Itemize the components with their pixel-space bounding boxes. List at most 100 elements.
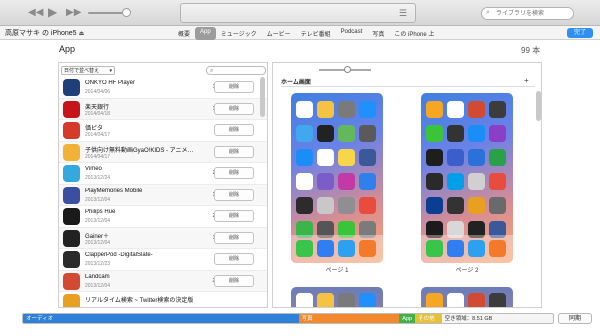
home-app-icon[interactable] <box>296 293 313 307</box>
zoom-knob[interactable] <box>344 66 351 73</box>
home-app-icon[interactable] <box>489 173 506 190</box>
next-page-preview[interactable] <box>291 287 383 307</box>
home-app-icon[interactable] <box>338 293 355 307</box>
home-app-icon[interactable] <box>468 293 485 307</box>
app-search-field[interactable]: ⌕ <box>206 66 266 75</box>
list-icon[interactable]: ☰ <box>399 8 407 19</box>
delete-button[interactable]: 削除 <box>214 210 254 222</box>
list-scrollbar[interactable] <box>260 77 265 117</box>
dock-app-icon[interactable] <box>296 240 313 257</box>
home-app-icon[interactable] <box>296 101 313 118</box>
home-app-icon[interactable] <box>359 149 376 166</box>
home-app-icon[interactable] <box>359 101 376 118</box>
tab-ミュージック[interactable]: ミュージック <box>216 27 262 40</box>
volume-knob[interactable] <box>122 8 131 17</box>
app-row[interactable]: Vimeo2013/12/2422.5 MB削除 <box>59 163 267 185</box>
home-app-icon[interactable] <box>317 101 334 118</box>
home-app-icon[interactable] <box>489 197 506 214</box>
dock-app-icon[interactable] <box>317 240 334 257</box>
home-app-icon[interactable] <box>468 125 485 142</box>
delete-button[interactable]: 削除 <box>214 102 254 115</box>
tab-写真[interactable]: 写真 <box>367 27 389 40</box>
dock-app-icon[interactable] <box>426 240 443 257</box>
device-name[interactable]: 高原マサキ の iPhone5 ⏏ <box>5 28 84 38</box>
home-app-icon[interactable] <box>468 101 485 118</box>
home-app-icon[interactable] <box>468 173 485 190</box>
home-app-icon[interactable] <box>317 173 334 190</box>
app-row[interactable]: PlayMemories Mobile2013/12/0412.4 MB削除 <box>59 184 267 206</box>
tab-podcast[interactable]: Podcast <box>336 27 368 40</box>
dock-app-icon[interactable] <box>338 240 355 257</box>
home-app-icon[interactable] <box>426 197 443 214</box>
home-app-icon[interactable] <box>338 125 355 142</box>
home-app-icon[interactable] <box>447 197 464 214</box>
delete-button[interactable]: 削除 <box>214 274 254 287</box>
dock-app-icon[interactable] <box>489 240 506 257</box>
home-page-preview[interactable] <box>291 93 383 263</box>
delete-button[interactable]: 削除 <box>214 253 254 265</box>
dock-app-icon[interactable] <box>359 240 376 257</box>
home-app-icon[interactable] <box>338 149 355 166</box>
home-app-icon[interactable] <box>296 173 313 190</box>
home-app-icon[interactable] <box>338 197 355 214</box>
home-app-icon[interactable] <box>447 101 464 118</box>
sync-button[interactable]: 同期 <box>558 313 592 324</box>
app-row[interactable]: Gainer＋2013/12/0417.8 MB削除 <box>59 227 267 249</box>
home-app-icon[interactable] <box>359 173 376 190</box>
rewind-icon[interactable]: ◀◀ <box>28 7 43 19</box>
tab-テレビ番組[interactable]: テレビ番組 <box>296 27 336 40</box>
home-app-icon[interactable] <box>447 173 464 190</box>
home-app-icon[interactable] <box>426 125 443 142</box>
home-app-icon[interactable] <box>317 293 334 307</box>
tab-ムービー[interactable]: ムービー <box>262 27 296 40</box>
home-app-icon[interactable] <box>489 101 506 118</box>
home-app-icon[interactable] <box>447 125 464 142</box>
next-page-preview[interactable] <box>421 287 513 307</box>
eject-icon[interactable]: ⏏ <box>79 31 85 37</box>
delete-button[interactable]: 削除 <box>214 167 254 179</box>
app-row[interactable]: Landcam2013/12/0422.5 MB削除 <box>59 270 267 292</box>
app-row[interactable]: ClapperPod -DigitalSlate-2013/12/239.2 M… <box>59 249 267 271</box>
home-app-icon[interactable] <box>296 197 313 214</box>
done-button[interactable]: 完了 <box>567 28 593 38</box>
home-app-icon[interactable] <box>317 197 334 214</box>
home-app-icon[interactable] <box>359 293 376 307</box>
dock-app-icon[interactable] <box>447 240 464 257</box>
app-row[interactable]: 子供向け無料動画GyaO!KIDS - アニメ…2014/04/177.4 MB… <box>59 141 267 163</box>
tab-概要[interactable]: 概要 <box>173 27 195 40</box>
app-row[interactable]: Philips Hue2013/12/0429.9 MB削除 <box>59 206 267 228</box>
app-row[interactable]: ONKYO HF Player2014/04/0618.5 MB削除 <box>59 77 267 99</box>
home-app-icon[interactable] <box>359 125 376 142</box>
home-app-icon[interactable] <box>317 125 334 142</box>
home-app-icon[interactable] <box>447 293 464 307</box>
home-app-icon[interactable] <box>426 149 443 166</box>
home-app-icon[interactable] <box>489 149 506 166</box>
fast-forward-icon[interactable]: ▶▶ <box>66 7 81 19</box>
delete-button[interactable]: 削除 <box>214 81 254 93</box>
home-app-icon[interactable] <box>447 149 464 166</box>
delete-button[interactable]: 削除 <box>214 124 254 136</box>
delete-button[interactable]: 削除 <box>214 145 254 158</box>
tab-app[interactable]: App <box>195 27 216 40</box>
home-app-icon[interactable] <box>426 101 443 118</box>
library-search[interactable]: ⌕ <box>481 7 574 20</box>
home-app-icon[interactable] <box>338 173 355 190</box>
home-app-icon[interactable] <box>489 293 506 307</box>
home-page-preview[interactable] <box>421 93 513 263</box>
play-icon[interactable]: ▶ <box>48 6 57 18</box>
tab-この-iphone-上[interactable]: この iPhone 上 <box>389 27 439 40</box>
search-input[interactable] <box>496 9 570 19</box>
home-app-icon[interactable] <box>338 101 355 118</box>
home-app-icon[interactable] <box>426 173 443 190</box>
pages-scrollbar[interactable] <box>536 91 541 121</box>
home-app-icon[interactable] <box>489 125 506 142</box>
home-app-icon[interactable] <box>468 197 485 214</box>
dock-app-icon[interactable] <box>468 240 485 257</box>
home-app-icon[interactable] <box>296 149 313 166</box>
app-row[interactable]: リアルタイム検索 ~ Twitter検索の決定版 <box>59 292 267 307</box>
delete-button[interactable]: 削除 <box>214 188 254 201</box>
home-app-icon[interactable] <box>426 293 443 307</box>
home-app-icon[interactable] <box>296 125 313 142</box>
plus-icon[interactable]: + <box>524 76 529 85</box>
home-app-icon[interactable] <box>359 197 376 214</box>
